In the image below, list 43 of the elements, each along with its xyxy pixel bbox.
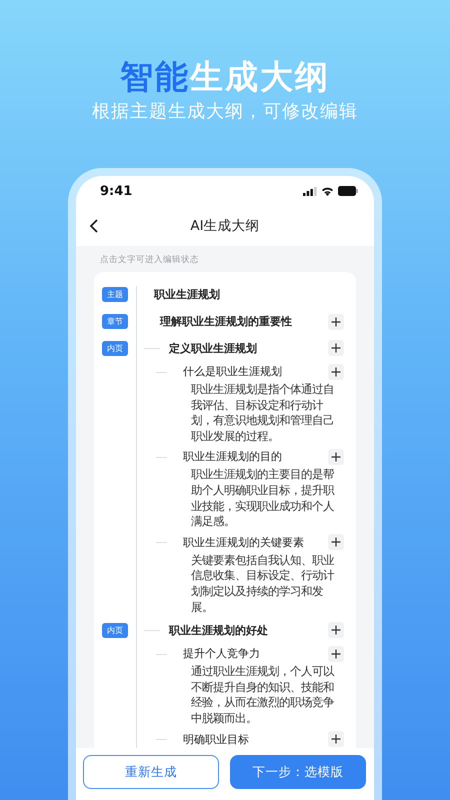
level-tag: 内页 bbox=[102, 340, 128, 356]
screen-title: AI生成大纲 bbox=[190, 217, 260, 235]
plus-icon bbox=[331, 366, 341, 376]
plus-icon bbox=[331, 343, 341, 353]
signal-icon bbox=[303, 186, 317, 196]
outline-title[interactable]: 提升个人竞争力 bbox=[183, 646, 260, 662]
level-tag: 主题 bbox=[102, 286, 128, 302]
outline-title[interactable]: 定义职业生涯规划 bbox=[169, 340, 257, 356]
plus-icon bbox=[331, 537, 341, 548]
outline-title[interactable]: 明确职业目标 bbox=[183, 732, 249, 746]
page-heading: 智能生成大纲 bbox=[120, 57, 330, 97]
add-button[interactable] bbox=[328, 448, 344, 465]
outline-text[interactable]: 关键要素包括自我认知、职业信息收集、目标设定、行动计划制定以及持续的学习和发展。 bbox=[191, 552, 340, 616]
add-button[interactable] bbox=[328, 340, 344, 356]
edit-hint: 点击文字可进入编辑状态 bbox=[99, 254, 200, 267]
add-button[interactable] bbox=[328, 622, 344, 638]
page-subtitle: 根据主题生成大纲，可修改编辑 bbox=[91, 101, 359, 123]
status-time: 9:41 bbox=[100, 184, 132, 198]
outline-title[interactable]: 职业生涯规划的好处 bbox=[169, 622, 268, 638]
outline-title[interactable]: 什么是职业生涯规划 bbox=[183, 364, 282, 379]
plus-icon bbox=[331, 452, 341, 462]
add-button[interactable] bbox=[328, 534, 344, 550]
outline-title[interactable]: 职业生涯规划的关键要素 bbox=[183, 534, 304, 550]
outline-text[interactable]: 职业生涯规划是指个体通过自我评估、目标设定和行动计划，有意识地规划和管理自己职业发展的过程。 bbox=[191, 382, 340, 444]
level-tag: 内页 bbox=[102, 622, 128, 638]
outline-text[interactable]: 通过职业生涯规划，个人可以不断提升自身的知识、技能和经验，从而在激烈的职场竞争中脱颖而出。 bbox=[191, 664, 340, 726]
battery-icon bbox=[338, 186, 358, 196]
outline-title[interactable]: 职业生涯规划的目的 bbox=[183, 449, 282, 464]
outline-title[interactable]: 职业生涯规划 bbox=[154, 286, 220, 302]
next-button[interactable]: 下一步：选模版 bbox=[230, 755, 366, 789]
wifi-icon bbox=[321, 186, 334, 196]
add-button[interactable] bbox=[328, 646, 344, 662]
add-button[interactable] bbox=[328, 364, 344, 380]
level-tag: 章节 bbox=[102, 314, 128, 329]
add-button[interactable] bbox=[328, 731, 344, 747]
outline-text[interactable]: 职业生涯规划的主要目的是帮助个人明确职业目标，提升职业技能，实现职业成功和个人满足感。 bbox=[191, 467, 340, 530]
regenerate-button[interactable]: 重新生成 bbox=[83, 755, 219, 789]
plus-icon bbox=[331, 625, 341, 636]
outline-title[interactable]: 理解职业生涯规划的重要性 bbox=[160, 314, 292, 329]
plus-icon bbox=[331, 316, 341, 326]
plus-icon bbox=[331, 734, 341, 744]
add-button[interactable] bbox=[328, 314, 344, 330]
plus-icon bbox=[331, 648, 341, 659]
